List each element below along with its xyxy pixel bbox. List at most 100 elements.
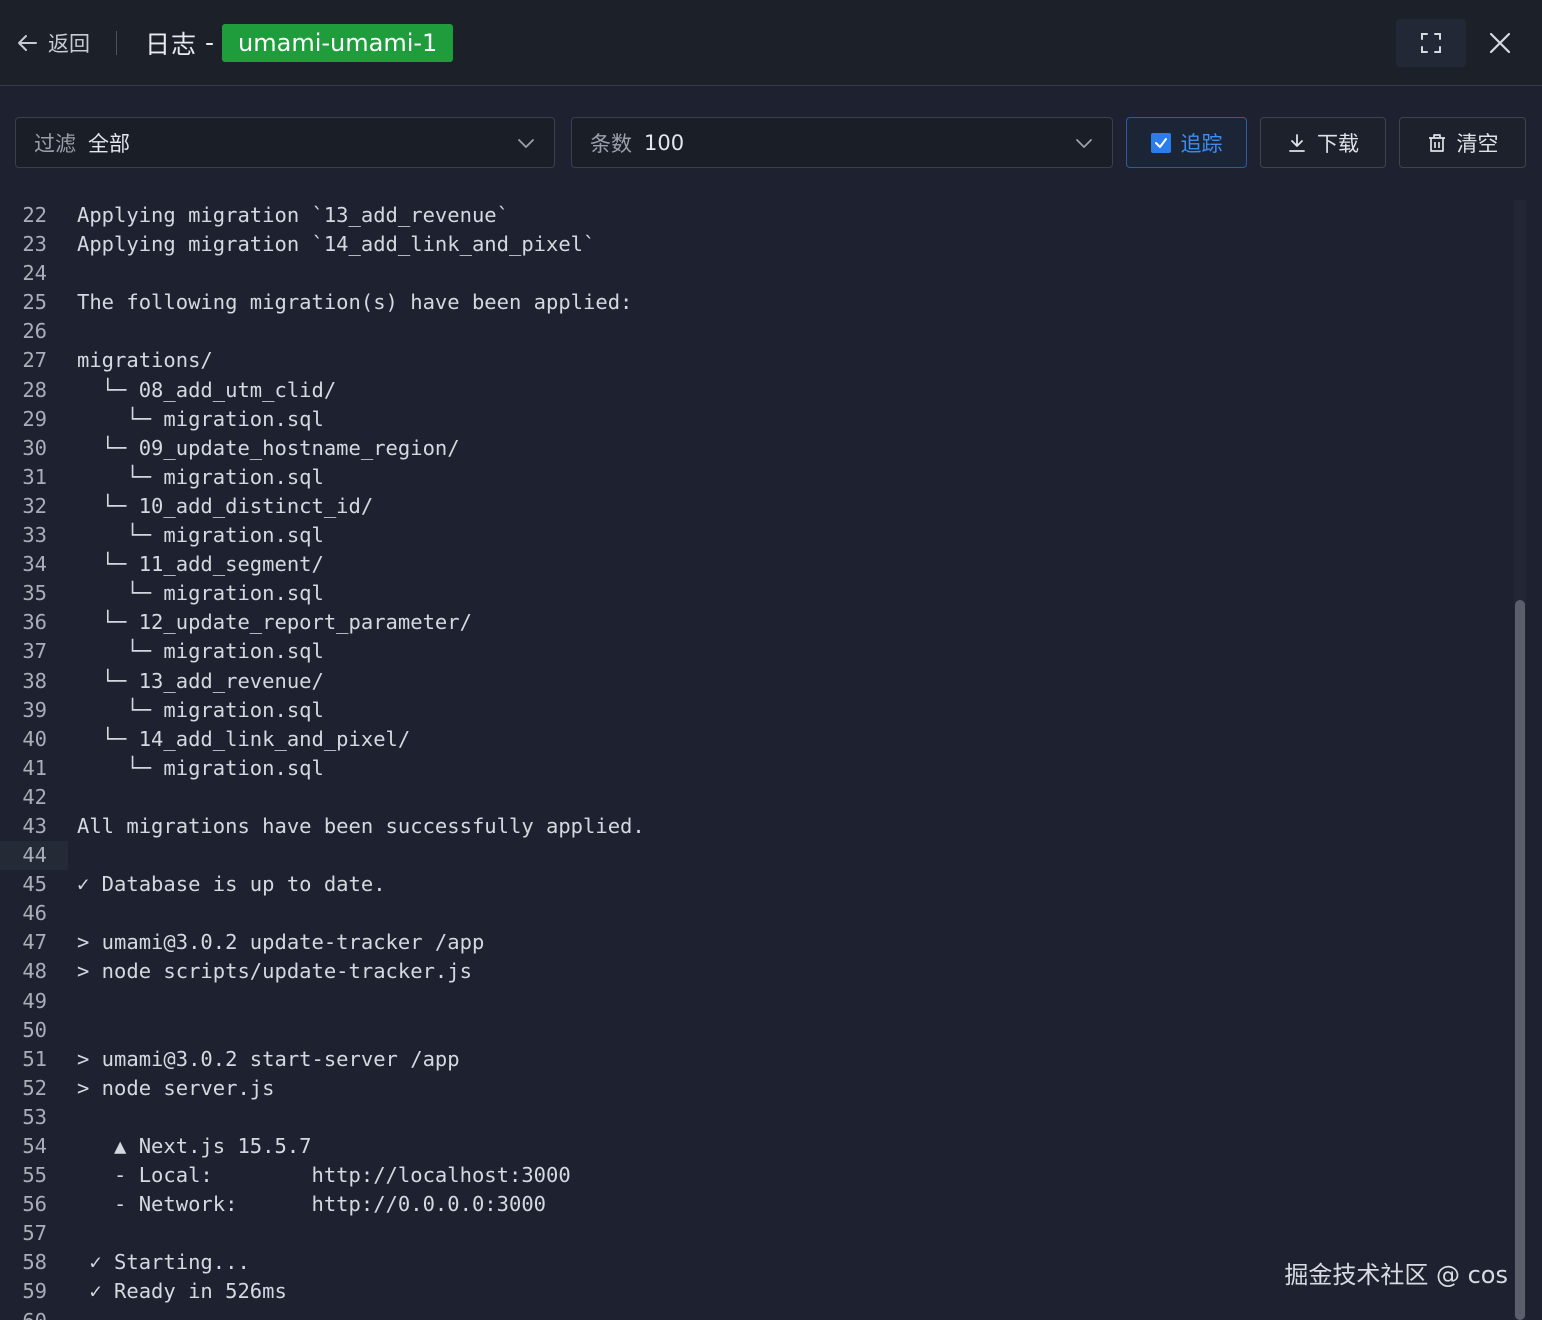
log-line: 25 The following migration(s) have been a…: [0, 288, 1542, 317]
line-text: - Network: http://0.0.0.0:3000: [77, 1192, 546, 1217]
log-line: 53: [0, 1103, 1542, 1132]
line-text: > umami@3.0.2 start-server /app: [77, 1046, 460, 1071]
line-number: 55: [22, 1163, 47, 1188]
header-bar: 返回 日志 - umami-umami-1: [0, 0, 1542, 86]
follow-label: 追踪: [1180, 131, 1223, 156]
fullscreen-icon: [1421, 33, 1441, 53]
log-line: 29 └─ migration.sql: [0, 405, 1542, 434]
log-line: 39 └─ migration.sql: [0, 696, 1542, 725]
count-select[interactable]: 条数 100: [571, 117, 1113, 168]
log-line: 60: [0, 1307, 1542, 1320]
chevron-down-icon: [518, 139, 534, 148]
log-line: 37 └─ migration.sql: [0, 637, 1542, 666]
line-text: Applying migration `13_add_revenue`: [77, 203, 509, 227]
line-text: ✓ Ready in 526ms: [77, 1279, 287, 1304]
chevron-down-icon: [1076, 139, 1092, 148]
log-line: 23 Applying migration `14_add_link_and_pi…: [0, 230, 1542, 259]
line-text: └─ 11_add_segment/: [77, 552, 324, 577]
line-text: Applying migration `14_add_link_and_pixe…: [77, 232, 596, 257]
line-text: └─ 14_add_link_and_pixel/: [77, 726, 411, 751]
line-text: └─ migration.sql: [77, 581, 324, 606]
log-line: 34 └─ 11_add_segment/: [0, 550, 1542, 579]
line-number: 28: [22, 377, 47, 402]
log-line: 26: [0, 317, 1542, 346]
log-line: 41 └─ migration.sql: [0, 754, 1542, 783]
log-line: 49: [0, 987, 1542, 1016]
line-number: 47: [22, 930, 47, 955]
log-line: 56 - Network: http://0.0.0.0:3000: [0, 1190, 1542, 1219]
filter-select[interactable]: 过滤 全部: [15, 117, 555, 168]
check-icon: [1154, 137, 1167, 148]
line-number: 53: [22, 1104, 47, 1129]
log-line: 30 └─ 09_update_hostname_region/: [0, 434, 1542, 463]
line-number: 52: [22, 1075, 47, 1100]
close-icon: [1489, 32, 1511, 54]
back-button[interactable]: 返回: [16, 23, 90, 63]
line-number: 40: [22, 726, 47, 751]
line-number: 46: [22, 901, 47, 926]
line-number: 30: [22, 435, 47, 460]
line-text: > umami@3.0.2 update-tracker /app: [77, 930, 485, 955]
line-text: > node server.js: [77, 1075, 275, 1100]
scrollbar-thumb[interactable]: [1515, 600, 1525, 1320]
line-number: 34: [22, 552, 47, 577]
download-icon: [1289, 133, 1305, 152]
log-line: 38 └─ 13_add_revenue/: [0, 667, 1542, 696]
line-text: └─ migration.sql: [77, 464, 324, 489]
log-line: 51 > umami@3.0.2 start-server /app: [0, 1045, 1542, 1074]
log-line: 46: [0, 899, 1542, 928]
line-number: 37: [22, 639, 47, 664]
line-number: 24: [22, 261, 47, 286]
log-line: 47 > umami@3.0.2 update-tracker /app: [0, 928, 1542, 957]
log-line: 27 migrations/: [0, 346, 1542, 375]
log-line: 52 > node server.js: [0, 1074, 1542, 1103]
line-text: > node scripts/update-tracker.js: [77, 959, 472, 984]
line-text: └─ migration.sql: [77, 523, 324, 548]
close-button[interactable]: [1476, 19, 1524, 67]
log-line: 40 └─ 14_add_link_and_pixel/: [0, 725, 1542, 754]
line-number: 33: [22, 523, 47, 548]
line-text: ▲ Next.js 15.5.7: [77, 1134, 312, 1158]
line-text: └─ 09_update_hostname_region/: [77, 435, 460, 460]
line-number: 44: [22, 843, 47, 868]
count-value: 100: [644, 130, 685, 155]
line-number: 54: [22, 1134, 47, 1158]
line-text: ✓ Starting...: [77, 1250, 250, 1275]
back-label: 返回: [48, 31, 90, 56]
line-number: 43: [22, 813, 47, 838]
line-number: 50: [22, 1017, 47, 1042]
log-line: 43 All migrations have been successfully …: [0, 812, 1542, 841]
line-text: └─ migration.sql: [77, 755, 324, 780]
log-line: 35 └─ migration.sql: [0, 579, 1542, 608]
log-line: 44: [0, 841, 1542, 871]
fullscreen-button[interactable]: [1396, 19, 1466, 67]
line-number: 25: [22, 290, 47, 315]
log-line: 33 └─ migration.sql: [0, 521, 1542, 550]
line-number: 56: [22, 1192, 47, 1217]
log-output: 22 Applying migration `13_add_revenue` 23 A…: [0, 200, 1542, 1320]
line-number: 59: [22, 1279, 47, 1304]
line-text: ✓ Database is up to date.: [77, 872, 386, 897]
line-number: 26: [22, 319, 47, 344]
line-number: 38: [22, 668, 47, 693]
line-number: 32: [22, 493, 47, 518]
page-title: 日志: [145, 29, 198, 59]
download-button[interactable]: 下载: [1260, 117, 1386, 168]
trash-icon: [1428, 133, 1445, 152]
line-number: 36: [22, 610, 47, 635]
line-number: 23: [22, 232, 47, 257]
line-number: 57: [22, 1221, 47, 1246]
line-number: 51: [22, 1046, 47, 1071]
log-line: 36 └─ 12_update_report_parameter/: [0, 608, 1542, 637]
line-text: - Local: http://localhost:3000: [77, 1163, 571, 1188]
follow-checkbox[interactable]: [1150, 132, 1171, 153]
line-text: └─ migration.sql: [77, 697, 324, 722]
line-text: └─ migration.sql: [77, 639, 324, 664]
title-dash: -: [205, 28, 215, 57]
line-number: 60: [0, 1307, 47, 1320]
log-line: 28 └─ 08_add_utm_clid/: [0, 376, 1542, 405]
log-line: 31 └─ migration.sql: [0, 463, 1542, 492]
follow-toggle-button[interactable]: 追踪: [1126, 117, 1247, 168]
clear-button[interactable]: 清空: [1399, 117, 1526, 168]
header-divider: [116, 30, 117, 55]
